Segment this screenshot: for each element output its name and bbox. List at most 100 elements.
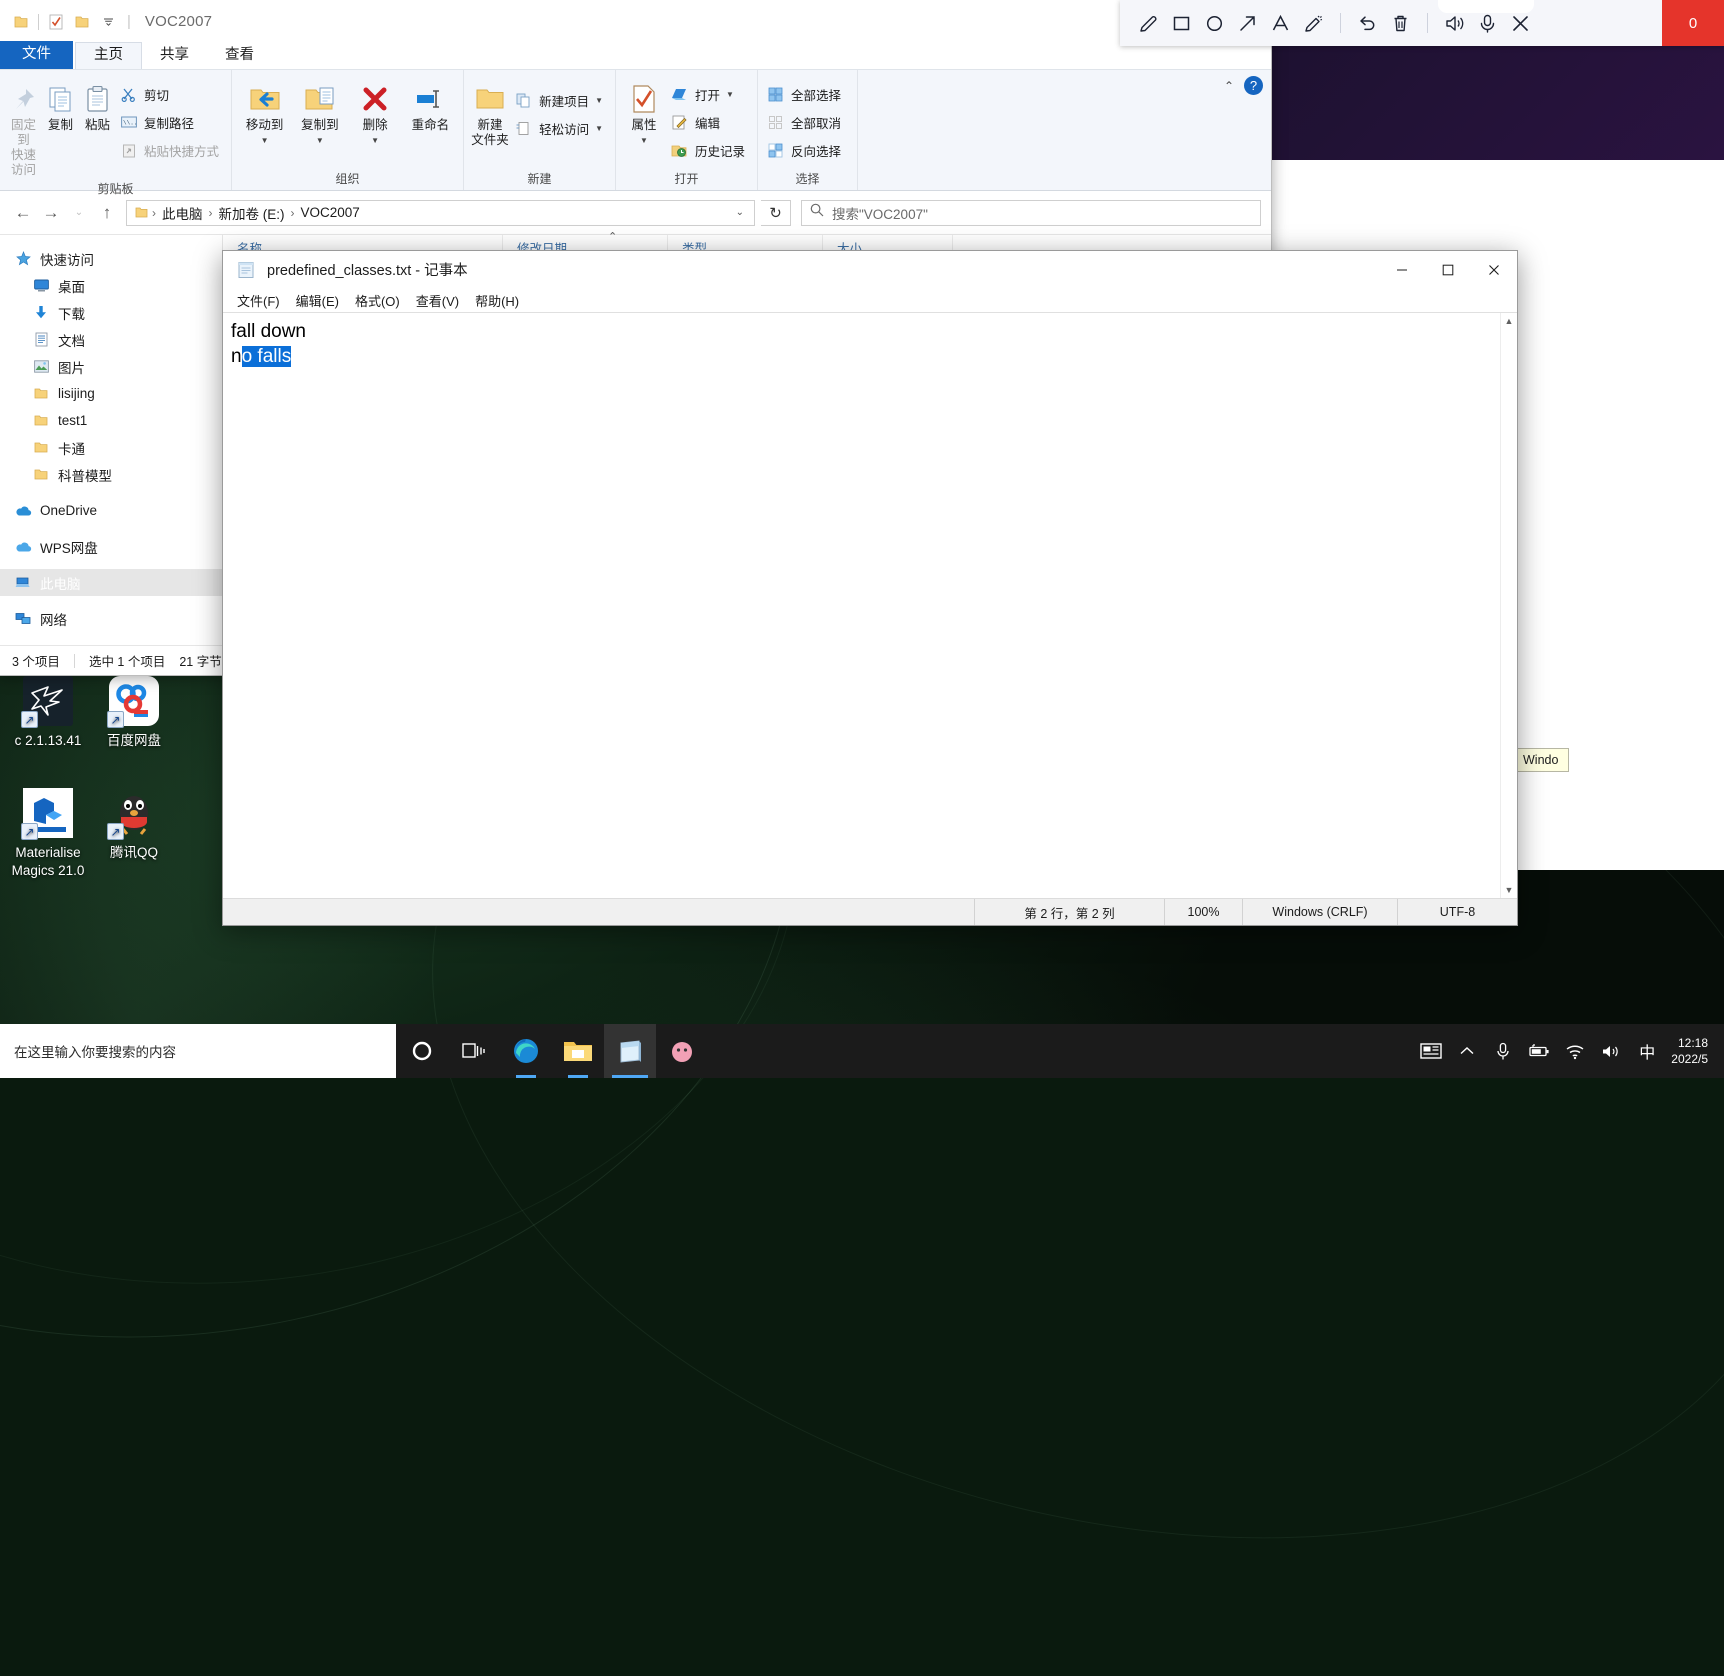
back-button[interactable]: ← bbox=[10, 200, 36, 226]
desktop-icon-baidu-netdisk[interactable]: ↗ 百度网盘 bbox=[86, 676, 182, 750]
wifi-icon[interactable] bbox=[1557, 1024, 1593, 1078]
maximize-button[interactable] bbox=[1425, 251, 1471, 288]
copy-path-button[interactable]: \\.. 复制路径 bbox=[117, 108, 225, 136]
customize-qat-chevron-icon[interactable] bbox=[95, 9, 121, 35]
properties-button[interactable]: 属性 ▼ bbox=[622, 78, 666, 150]
copy-button[interactable]: 复制 bbox=[43, 78, 78, 135]
pen-icon[interactable] bbox=[1132, 0, 1165, 46]
search-input[interactable]: 搜索"VOC2007" bbox=[832, 203, 928, 223]
chevron-up-icon[interactable] bbox=[1449, 1024, 1485, 1078]
sidebar-item-network[interactable]: 网络 bbox=[0, 605, 222, 632]
cut-button[interactable]: 剪切 bbox=[117, 80, 225, 108]
desktop-icon-hummingbird[interactable]: ↗ c 2.1.13.41 bbox=[0, 676, 96, 750]
taskbar-search-input[interactable]: 在这里输入你要搜索的内容 bbox=[14, 1041, 176, 1061]
menu-format[interactable]: 格式(O) bbox=[347, 289, 408, 312]
news-icon[interactable] bbox=[1413, 1024, 1449, 1078]
paste-shortcut-button[interactable]: 粘贴快捷方式 bbox=[117, 136, 225, 164]
menu-file[interactable]: 文件(F) bbox=[229, 289, 288, 312]
help-icon[interactable]: ? bbox=[1244, 76, 1263, 95]
new-folder-button[interactable]: 新建 文件夹 bbox=[470, 78, 510, 150]
tab-view[interactable]: 查看 bbox=[207, 43, 272, 69]
trash-icon[interactable] bbox=[1384, 0, 1417, 46]
notepad-text-area[interactable]: fall down no falls ▲ ▼ bbox=[223, 312, 1517, 898]
close-button[interactable] bbox=[1471, 251, 1517, 288]
tab-share[interactable]: 共享 bbox=[142, 43, 207, 69]
sidebar-item-this-pc[interactable]: 此电脑 bbox=[0, 569, 222, 596]
taskbar-search-box[interactable]: 在这里输入你要搜索的内容 bbox=[0, 1024, 396, 1078]
volume-icon[interactable] bbox=[1593, 1024, 1629, 1078]
highlighter-icon[interactable] bbox=[1297, 0, 1330, 46]
desktop-icon-tencent-qq[interactable]: ↗ 腾讯QQ bbox=[86, 788, 182, 862]
breadcrumb-item-volume[interactable]: 新加卷 (E:) bbox=[215, 203, 289, 223]
app-icon[interactable] bbox=[656, 1024, 708, 1078]
delete-button[interactable]: 删除 ▼ bbox=[349, 78, 402, 150]
sidebar-item-onedrive[interactable]: OneDrive bbox=[0, 497, 222, 524]
battery-icon[interactable] bbox=[1521, 1024, 1557, 1078]
ellipse-icon[interactable] bbox=[1198, 0, 1231, 46]
sidebar-item-test1[interactable]: test1 bbox=[0, 407, 222, 434]
quick-access-folder-icon[interactable] bbox=[8, 9, 34, 35]
notepad-titlebar[interactable]: predefined_classes.txt - 记事本 bbox=[223, 251, 1517, 288]
desktop-icon-materialise-magics[interactable]: ↗ Materialise Magics 21.0 bbox=[0, 788, 96, 880]
search-box[interactable]: 搜索"VOC2007" bbox=[801, 199, 1261, 226]
paste-button[interactable]: 粘贴 bbox=[80, 78, 115, 135]
arrow-icon[interactable] bbox=[1231, 0, 1264, 46]
cortana-icon[interactable] bbox=[396, 1024, 448, 1078]
status-zoom-level[interactable]: 100% bbox=[1164, 899, 1242, 925]
easy-access-button[interactable]: 轻松访问 ▼ bbox=[512, 114, 609, 142]
up-button[interactable]: ↑ bbox=[94, 200, 120, 226]
ime-icon[interactable]: 中 bbox=[1629, 1024, 1665, 1078]
chevron-down-icon[interactable]: ▼ bbox=[640, 133, 648, 148]
notepad-icon[interactable] bbox=[604, 1024, 656, 1078]
chevron-down-icon[interactable]: ▼ bbox=[261, 133, 269, 148]
select-none-button[interactable]: 全部取消 bbox=[764, 108, 847, 136]
sidebar-item-pictures[interactable]: 图片 bbox=[0, 353, 222, 380]
sidebar-item-quick-access[interactable]: 快速访问 bbox=[0, 245, 222, 272]
sidebar-item-desktop[interactable]: 桌面 bbox=[0, 272, 222, 299]
record-button[interactable]: 0 bbox=[1662, 0, 1724, 46]
sidebar-item-kepumoxing[interactable]: 科普模型 bbox=[0, 461, 222, 488]
scroll-down-icon[interactable]: ▼ bbox=[1505, 882, 1514, 898]
recent-locations-button[interactable]: ⌄ bbox=[66, 200, 92, 226]
chevron-down-icon[interactable]: ▼ bbox=[595, 96, 603, 105]
chevron-down-icon[interactable]: ▼ bbox=[371, 133, 379, 148]
menu-help[interactable]: 帮助(H) bbox=[467, 289, 527, 312]
undo-icon[interactable] bbox=[1351, 0, 1384, 46]
tab-home[interactable]: 主页 bbox=[75, 42, 142, 69]
chevron-down-icon[interactable]: ▼ bbox=[726, 90, 734, 99]
select-all-button[interactable]: 全部选择 bbox=[764, 80, 847, 108]
properties-check-icon[interactable] bbox=[43, 9, 69, 35]
microphone-icon[interactable] bbox=[1485, 1024, 1521, 1078]
chevron-down-icon[interactable]: ▼ bbox=[595, 124, 603, 133]
sidebar-item-lisijing[interactable]: lisijing bbox=[0, 380, 222, 407]
file-explorer-icon[interactable] bbox=[552, 1024, 604, 1078]
new-folder-quick-icon[interactable] bbox=[69, 9, 95, 35]
open-button[interactable]: 打开 ▼ bbox=[668, 80, 751, 108]
menu-edit[interactable]: 编辑(E) bbox=[288, 289, 347, 312]
edit-button[interactable]: 编辑 bbox=[668, 108, 751, 136]
breadcrumb-item-this-pc[interactable]: 此电脑 bbox=[158, 203, 207, 223]
chevron-down-icon[interactable]: ▼ bbox=[316, 133, 324, 148]
scroll-up-icon[interactable]: ▲ bbox=[1505, 313, 1514, 329]
menu-view[interactable]: 查看(V) bbox=[408, 289, 467, 312]
taskbar-clock[interactable]: 12:18 2022/5 bbox=[1665, 1035, 1718, 1067]
notepad-text-content[interactable]: fall down no falls bbox=[223, 313, 1517, 369]
forward-button[interactable]: → bbox=[38, 200, 64, 226]
copy-to-button[interactable]: 复制到 ▼ bbox=[293, 78, 346, 150]
sidebar-item-wps-cloud[interactable]: WPS网盘 bbox=[0, 533, 222, 560]
sidebar-item-documents[interactable]: 文档 bbox=[0, 326, 222, 353]
breadcrumb-dropdown-icon[interactable]: ⌄ bbox=[736, 207, 748, 218]
collapse-ribbon-icon[interactable]: ⌃ bbox=[1224, 79, 1234, 93]
new-item-button[interactable]: 新建项目 ▼ bbox=[512, 86, 609, 114]
text-icon[interactable] bbox=[1264, 0, 1297, 46]
breadcrumb[interactable]: › 此电脑 › 新加卷 (E:) › VOC2007 ⌄ bbox=[126, 199, 755, 226]
minimize-button[interactable] bbox=[1379, 251, 1425, 288]
pin-to-quick-access-button[interactable]: 固定到 快速访问 bbox=[6, 78, 41, 180]
notepad-scrollbar[interactable]: ▲ ▼ bbox=[1500, 313, 1517, 898]
edge-icon[interactable] bbox=[500, 1024, 552, 1078]
rename-button[interactable]: 重命名 bbox=[404, 78, 457, 135]
move-to-button[interactable]: 移动到 ▼ bbox=[238, 78, 291, 150]
rectangle-icon[interactable] bbox=[1165, 0, 1198, 46]
sidebar-item-downloads[interactable]: 下载 bbox=[0, 299, 222, 326]
tab-file[interactable]: 文件 bbox=[0, 41, 73, 69]
